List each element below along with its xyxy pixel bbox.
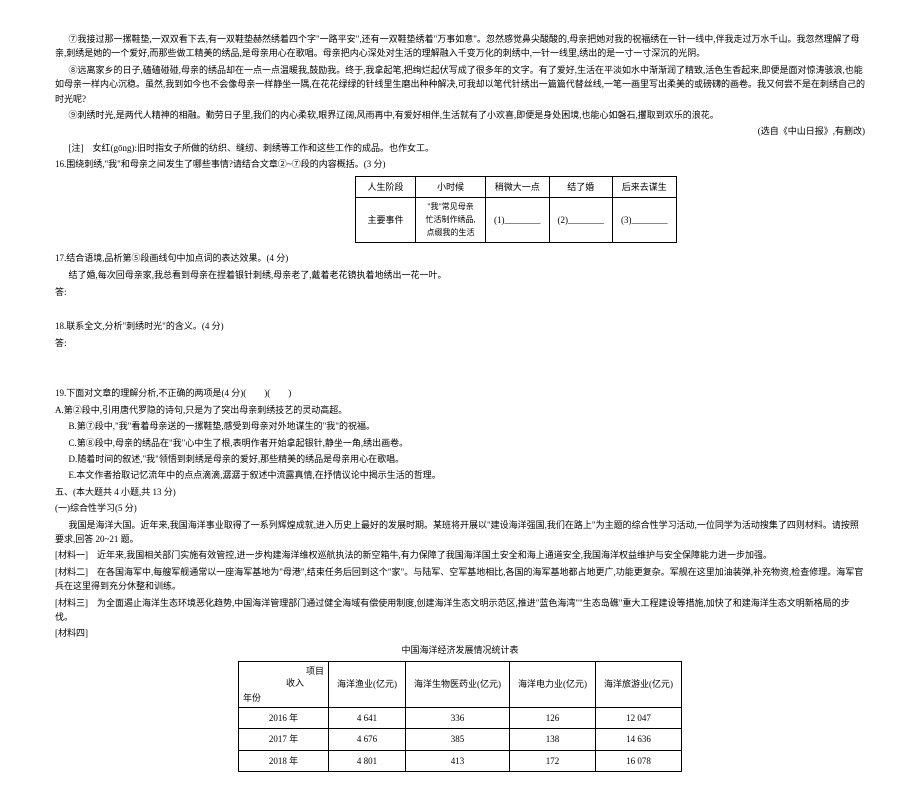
cell-blank[interactable]: (2)________ <box>549 197 613 242</box>
question-16: 16.围绕刺绣,"我"和母亲之间发生了哪些事情?请结合文章②~⑦段的内容概括。(… <box>55 157 865 171</box>
cell: 413 <box>406 750 510 771</box>
label-revenue: 收入 <box>286 676 304 690</box>
label-year: 年份 <box>243 691 261 705</box>
question-17: 17.结合语境,品析第⑤段画线句中加点词的表达效果。(4 分) <box>55 251 865 265</box>
section-5-sub: (一)综合性学习(5 分) <box>55 501 865 515</box>
cell-blank[interactable]: (3)________ <box>613 197 677 242</box>
cell: 14 636 <box>596 729 682 750</box>
cell: 4 641 <box>329 708 406 729</box>
table-row: 2016 年 4 641 336 126 12 047 <box>239 708 682 729</box>
cell: 16 078 <box>596 750 682 771</box>
cell-year: 2017 年 <box>239 729 329 750</box>
col-header: 海洋生物医药业(亿元) <box>406 662 510 708</box>
table-row: 2017 年 4 676 385 138 14 636 <box>239 729 682 750</box>
material-3: [材料三] 为全面遏止海洋生态环境恶化趋势,中国海洋管理部门通过健全海域有偿使用… <box>55 596 865 625</box>
cell: 126 <box>510 708 596 729</box>
section-5-heading: 五、(本大题共 4 小题,共 13 分) <box>55 485 865 499</box>
option-b[interactable]: B.第⑦段中,"我"看着母亲送的一摞鞋垫,感受到母亲对外地谋生的"我"的祝福。 <box>55 419 865 433</box>
cell: 385 <box>406 729 510 750</box>
section-5-intro: 我国是海洋大国。近年来,我国海洋事业取得了一系列辉煌成就,进入历史上最好的发展时… <box>55 518 865 547</box>
cell: 12 047 <box>596 708 682 729</box>
table-life-stages: 人生阶段 小时候 稍微大一点 结了婚 后来去谋生 主要事件 "我"常见母亲忙活制… <box>355 176 677 244</box>
cell: 结了婚 <box>549 176 613 197</box>
cell-header: 主要事件 <box>356 197 416 242</box>
annotation-note: [注] 女红(gōng):旧时指女子所做的纺织、缝纫、刺绣等工作和这些工作的成品… <box>55 141 865 155</box>
source-citation: (选自《中山日报》,有删改) <box>55 124 865 138</box>
material-2: [材料二] 在各国海军中,每艘军舰通常以一座海军基地为"母港",结束任务后回到这… <box>55 565 865 594</box>
option-c[interactable]: C.第⑧段中,母亲的绣品在"我"心中生了根,表明作者开始拿起银针,静坐一角,绣出… <box>55 436 865 450</box>
cell: 后来去谋生 <box>613 176 677 197</box>
cell-year: 2018 年 <box>239 750 329 771</box>
cell: 4 801 <box>329 750 406 771</box>
cell: 138 <box>510 729 596 750</box>
table-row: 主要事件 "我"常见母亲忙活制作绣品,点缀我的生活 (1)________ (2… <box>356 197 677 242</box>
table-row: 2018 年 4 801 413 172 16 078 <box>239 750 682 771</box>
cell-header-compound: 项目 收入 年份 <box>239 662 329 708</box>
material-4: [材料四] <box>55 626 865 640</box>
paragraph-7: ⑦我接过那一摞鞋垫,一双双看下去,有一双鞋垫赫然绣着四个字"一路平安",还有一双… <box>55 32 865 61</box>
option-d[interactable]: D.随着时间的叙述,"我"领悟到刺绣是母亲的爱好,那些精美的绣品是母亲用心在歌唱… <box>55 452 865 466</box>
cell: 336 <box>406 708 510 729</box>
paragraph-9: ⑨刺绣时光,是两代人精神的相融。勤劳日子里,我们的内心柔软,眼界辽阔,风雨再中,… <box>55 108 865 122</box>
question-18: 18.联系全文,分析"刺绣时光"的含义。(4 分) <box>55 319 865 333</box>
paragraph-8: ⑧远离家乡的日子,磕磕碰碰,母亲的绣品却在一点一点温暖我,鼓励我。终于,我拿起笔… <box>55 63 865 106</box>
table-ocean-economy: 项目 收入 年份 海洋渔业(亿元) 海洋生物医药业(亿元) 海洋电力业(亿元) … <box>238 661 682 772</box>
table-2-title: 中国海洋经济发展情况统计表 <box>55 643 865 657</box>
option-e[interactable]: E.本文作者拾取记忆流年中的点点滴滴,潺潺于叙述中流露真情,在抒情议论中揭示生活… <box>55 468 865 482</box>
cell-blank[interactable]: (1)________ <box>486 197 550 242</box>
cell: 小时候 <box>416 176 486 197</box>
cell-header: 人生阶段 <box>356 176 416 197</box>
option-a[interactable]: A.第②段中,引用唐代罗隐的诗句,只是为了突出母亲刺绣技艺的灵动高超。 <box>55 403 865 417</box>
material-1: [材料一] 近年来,我国相关部门实施有效管控,进一步构建海洋维权巡航执法的新空箱… <box>55 548 865 562</box>
cell: "我"常见母亲忙活制作绣品,点缀我的生活 <box>416 197 486 242</box>
cell-year: 2016 年 <box>239 708 329 729</box>
col-header: 海洋渔业(亿元) <box>329 662 406 708</box>
cell: 4 676 <box>329 729 406 750</box>
table-row: 人生阶段 小时候 稍微大一点 结了婚 后来去谋生 <box>356 176 677 197</box>
col-header: 海洋电力业(亿元) <box>510 662 596 708</box>
question-19: 19.下面对文章的理解分析,不正确的两项是(4 分)( )( ) <box>55 386 865 400</box>
col-header: 海洋旅游业(亿元) <box>596 662 682 708</box>
table-row: 项目 收入 年份 海洋渔业(亿元) 海洋生物医药业(亿元) 海洋电力业(亿元) … <box>239 662 682 708</box>
cell: 172 <box>510 750 596 771</box>
answer-label[interactable]: 答: <box>55 336 865 350</box>
cell: 稍微大一点 <box>486 176 550 197</box>
question-17-quote: 结了婚,每次回母亲家,我总看到母亲在捏着银针刺绣,母亲老了,戴着老花镜执着地绣出… <box>55 268 865 282</box>
answer-label[interactable]: 答: <box>55 285 865 299</box>
label-project: 项目 <box>306 664 324 678</box>
